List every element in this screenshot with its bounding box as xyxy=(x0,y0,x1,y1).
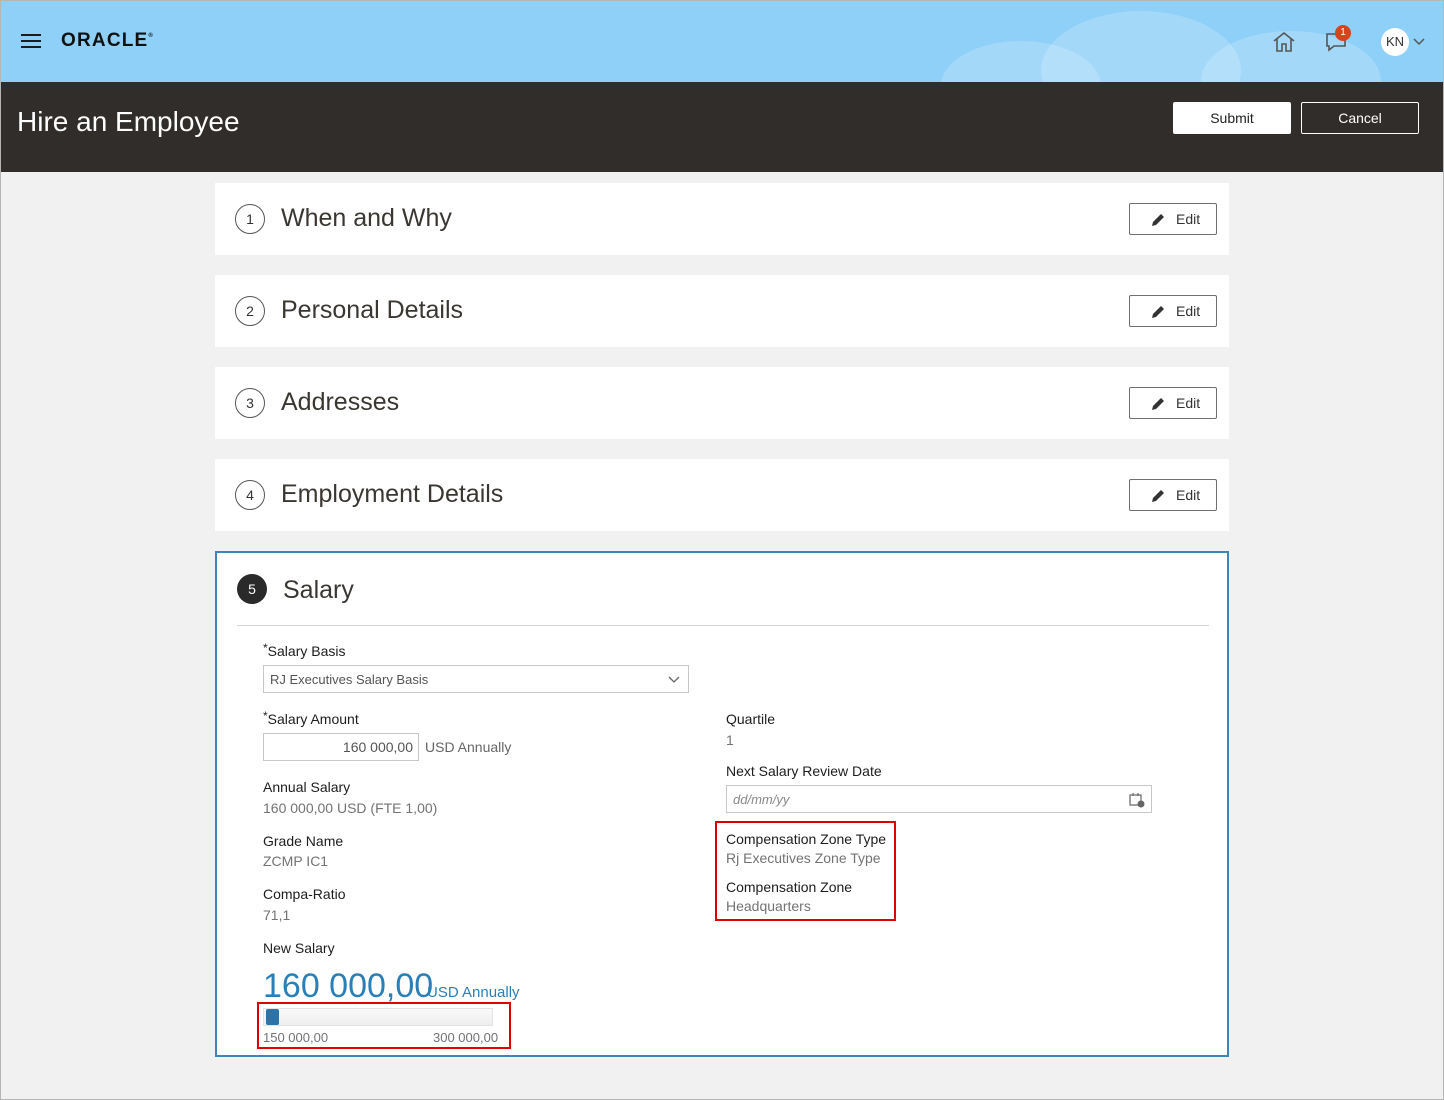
edit-label: Edit xyxy=(1176,303,1201,319)
section-personal-details: 2 Personal Details Edit xyxy=(215,275,1229,347)
edit-button-employment-details[interactable]: Edit xyxy=(1129,479,1217,511)
pencil-icon xyxy=(1152,398,1164,410)
compa-ratio-value: 71,1 xyxy=(263,907,291,923)
section-title: Salary xyxy=(283,576,354,604)
annual-salary-value: 160 000,00 USD (FTE 1,00) xyxy=(263,800,438,816)
section-title: Employment Details xyxy=(281,480,504,508)
home-icon[interactable] xyxy=(1272,31,1296,53)
salary-basis-value: RJ Executives Salary Basis xyxy=(270,672,429,687)
edit-label: Edit xyxy=(1176,487,1201,503)
annual-salary-label: Annual Salary xyxy=(263,779,351,795)
salary-amount-label: *Salary Amount xyxy=(263,709,359,727)
pencil-icon xyxy=(1152,490,1164,502)
section-title: Personal Details xyxy=(281,296,464,324)
date-placeholder: dd/mm/yy xyxy=(733,792,790,807)
quartile-value: 1 xyxy=(726,732,734,748)
pencil-icon xyxy=(1152,306,1164,318)
section-title: Addresses xyxy=(281,388,400,416)
edit-button-addresses[interactable]: Edit xyxy=(1129,387,1217,419)
section-when-and-why: 1 When and Why Edit xyxy=(215,183,1229,255)
salary-amount-unit: USD Annually xyxy=(425,739,512,755)
chevron-down-icon xyxy=(668,676,680,683)
compensation-zone-value: Headquarters xyxy=(726,898,811,914)
calendar-icon[interactable] xyxy=(1129,792,1145,808)
range-highlight-box xyxy=(257,1002,511,1049)
page-title: Hire an Employee xyxy=(17,106,240,137)
next-review-date-input[interactable]: dd/mm/yy xyxy=(726,785,1152,813)
step-number: 1 xyxy=(235,204,265,234)
page-header: Hire an Employee Submit Cancel xyxy=(1,82,1443,172)
compensation-zone-type-value: Rj Executives Zone Type xyxy=(726,850,881,866)
edit-label: Edit xyxy=(1176,395,1201,411)
new-salary-label: New Salary xyxy=(263,940,335,956)
step-number: 3 xyxy=(235,388,265,418)
notification-badge: 1 xyxy=(1335,25,1351,41)
user-avatar[interactable]: KN xyxy=(1381,28,1409,56)
cancel-button[interactable]: Cancel xyxy=(1301,102,1419,134)
pencil-icon xyxy=(1152,214,1164,226)
salary-basis-select[interactable]: RJ Executives Salary Basis xyxy=(263,665,689,693)
step-number-active: 5 xyxy=(237,574,267,604)
step-number: 4 xyxy=(235,480,265,510)
new-salary-unit: USD Annually xyxy=(427,984,520,1001)
top-bar: ORACLE® 1 KN xyxy=(1,1,1443,82)
submit-button[interactable]: Submit xyxy=(1173,102,1291,134)
salary-amount-input[interactable]: 160 000,00 xyxy=(263,733,419,761)
divider xyxy=(237,625,1209,626)
compa-ratio-label: Compa-Ratio xyxy=(263,886,346,902)
section-addresses: 3 Addresses Edit xyxy=(215,367,1229,439)
section-employment-details: 4 Employment Details Edit xyxy=(215,459,1229,531)
oracle-logo[interactable]: ORACLE® xyxy=(61,30,154,52)
section-title: When and Why xyxy=(281,204,452,232)
quartile-label: Quartile xyxy=(726,711,776,727)
next-review-date-label: Next Salary Review Date xyxy=(726,763,882,779)
menu-icon[interactable] xyxy=(21,34,41,49)
edit-button-when-and-why[interactable]: Edit xyxy=(1129,203,1217,235)
salary-basis-label: *Salary Basis xyxy=(263,641,346,659)
step-number: 2 xyxy=(235,296,265,326)
grade-name-value: ZCMP IC1 xyxy=(263,853,329,869)
section-salary: 5 Salary *Salary Basis RJ Executives Sal… xyxy=(215,551,1229,1057)
edit-label: Edit xyxy=(1176,211,1201,227)
grade-name-label: Grade Name xyxy=(263,833,344,849)
new-salary-value: 160 000,00 xyxy=(263,967,434,1005)
compensation-zone-type-label: Compensation Zone Type xyxy=(726,831,887,847)
chevron-down-icon[interactable] xyxy=(1413,38,1425,46)
edit-button-personal-details[interactable]: Edit xyxy=(1129,295,1217,327)
compensation-zone-label: Compensation Zone xyxy=(726,879,853,895)
